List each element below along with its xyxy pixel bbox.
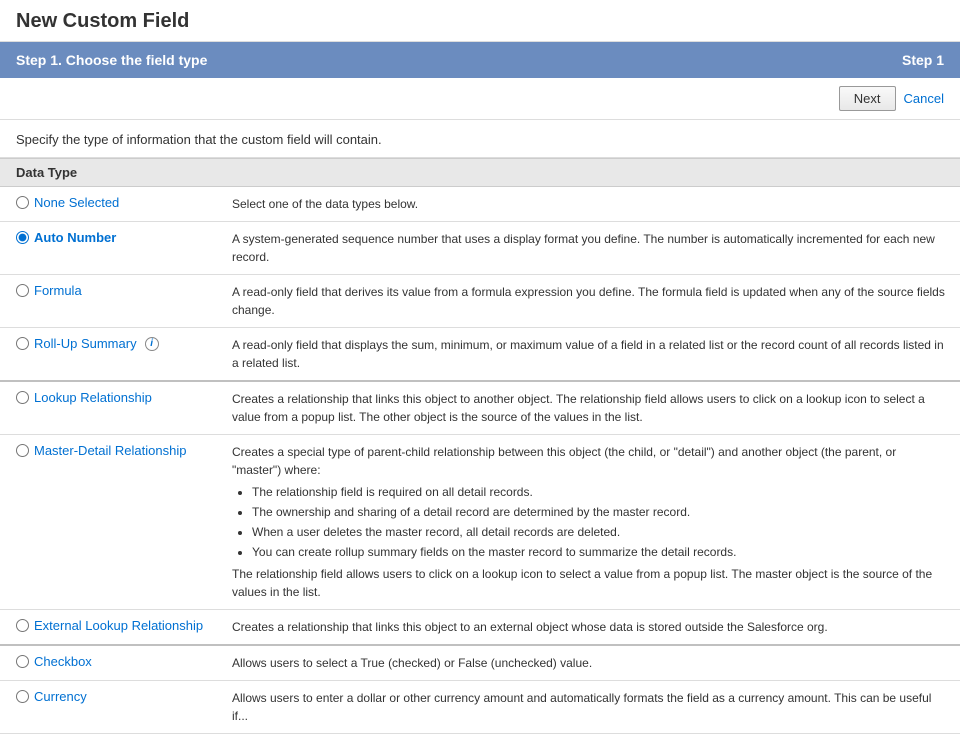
table-row: External Lookup Relationship Creates a r… — [0, 610, 960, 646]
label-currency: Currency — [34, 689, 87, 704]
table-row: Formula A read-only field that derives i… — [0, 275, 960, 328]
radio-cell-master-detail[interactable]: Master-Detail Relationship — [0, 435, 220, 610]
bullet-4: You can create rollup summary fields on … — [252, 543, 948, 561]
table-row: None Selected Select one of the data typ… — [0, 187, 960, 222]
label-rollup: Roll-Up Summary — [34, 336, 137, 351]
radio-master-detail[interactable] — [16, 444, 29, 457]
radio-checkbox[interactable] — [16, 655, 29, 668]
radio-cell-rollup[interactable]: Roll-Up Summary i — [0, 328, 220, 382]
table-row: Checkbox Allows users to select a True (… — [0, 645, 960, 681]
step-number: Step 1 — [902, 52, 944, 68]
desc-checkbox: Allows users to select a True (checked) … — [220, 645, 960, 681]
next-button[interactable]: Next — [839, 86, 896, 111]
radio-external-lookup[interactable] — [16, 619, 29, 632]
data-type-table: Data Type None Selected Select one of th… — [0, 158, 960, 734]
desc-formula: A read-only field that derives its value… — [220, 275, 960, 328]
radio-cell-none[interactable]: None Selected — [0, 187, 220, 222]
desc-none: Select one of the data types below. — [220, 187, 960, 222]
radio-cell-auto-number[interactable]: Auto Number — [0, 222, 220, 275]
master-detail-bullets: The relationship field is required on al… — [252, 483, 948, 561]
label-none: None Selected — [34, 195, 119, 210]
radio-none[interactable] — [16, 196, 29, 209]
rollup-info-icon[interactable]: i — [145, 337, 159, 351]
table-row: Currency Allows users to enter a dollar … — [0, 681, 960, 734]
radio-cell-currency[interactable]: Currency — [0, 681, 220, 734]
label-external-lookup: External Lookup Relationship — [34, 618, 203, 633]
radio-cell-formula[interactable]: Formula — [0, 275, 220, 328]
desc-lookup: Creates a relationship that links this o… — [220, 381, 960, 435]
desc-master-detail: Creates a special type of parent-child r… — [220, 435, 960, 610]
table-header-cell: Data Type — [0, 159, 960, 187]
table-row: Roll-Up Summary i A read-only field that… — [0, 328, 960, 382]
cancel-link[interactable]: Cancel — [904, 91, 944, 106]
desc-auto-number: A system-generated sequence number that … — [220, 222, 960, 275]
step-header-label: Step 1. Choose the field type — [16, 52, 207, 68]
desc-rollup: A read-only field that displays the sum,… — [220, 328, 960, 382]
step-header: Step 1. Choose the field type Step 1 — [0, 42, 960, 78]
radio-formula[interactable] — [16, 284, 29, 297]
bullet-1: The relationship field is required on al… — [252, 483, 948, 501]
radio-lookup[interactable] — [16, 391, 29, 404]
action-bar: Next Cancel — [0, 78, 960, 120]
radio-cell-external-lookup[interactable]: External Lookup Relationship — [0, 610, 220, 646]
table-row: Auto Number A system-generated sequence … — [0, 222, 960, 275]
table-row: Lookup Relationship Creates a relationsh… — [0, 381, 960, 435]
label-formula: Formula — [34, 283, 82, 298]
radio-cell-checkbox[interactable]: Checkbox — [0, 645, 220, 681]
bullet-3: When a user deletes the master record, a… — [252, 523, 948, 541]
table-row: Master-Detail Relationship Creates a spe… — [0, 435, 960, 610]
data-type-scroll-area[interactable]: Data Type None Selected Select one of th… — [0, 158, 960, 734]
radio-auto-number[interactable] — [16, 231, 29, 244]
radio-rollup[interactable] — [16, 337, 29, 350]
desc-external-lookup: Creates a relationship that links this o… — [220, 610, 960, 646]
table-header-row: Data Type — [0, 159, 960, 187]
page-title: New Custom Field — [0, 0, 960, 42]
radio-currency[interactable] — [16, 690, 29, 703]
label-auto-number: Auto Number — [34, 230, 116, 245]
desc-currency: Allows users to enter a dollar or other … — [220, 681, 960, 734]
label-lookup: Lookup Relationship — [34, 390, 152, 405]
description-text: Specify the type of information that the… — [0, 120, 960, 158]
radio-cell-lookup[interactable]: Lookup Relationship — [0, 381, 220, 435]
bullet-2: The ownership and sharing of a detail re… — [252, 503, 948, 521]
label-master-detail: Master-Detail Relationship — [34, 443, 186, 458]
